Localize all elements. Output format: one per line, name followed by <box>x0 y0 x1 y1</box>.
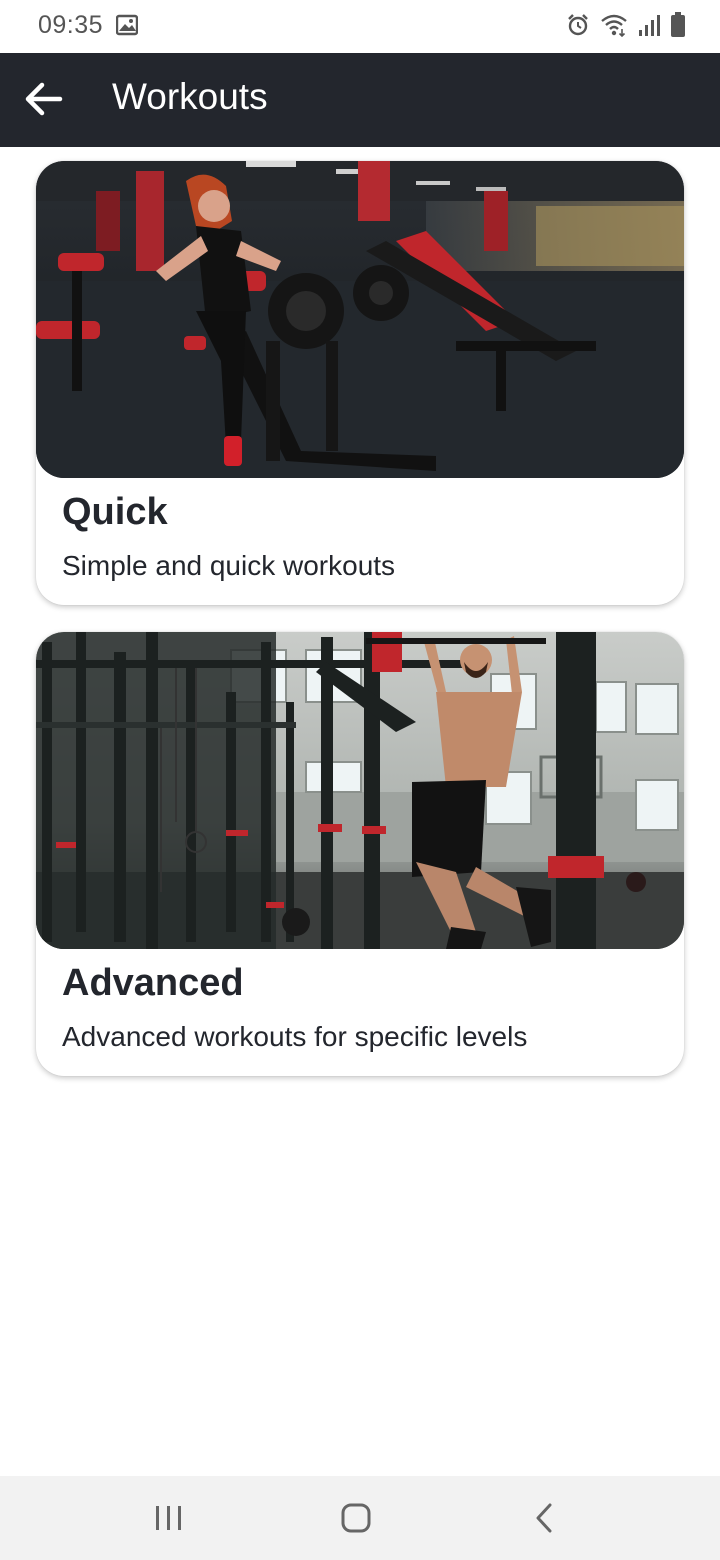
signal-icon <box>638 13 660 42</box>
card-title: Advanced <box>62 962 244 1004</box>
recents-button[interactable] <box>147 1498 191 1538</box>
arrow-left-icon <box>25 82 63 116</box>
home-icon <box>341 1503 371 1533</box>
page-title: Workouts <box>112 76 268 117</box>
workout-card-quick[interactable]: Quick Simple and quick workouts <box>36 161 684 605</box>
back-button[interactable] <box>18 73 70 125</box>
status-time: 09:35 <box>38 11 104 39</box>
status-bar: 09:35 <box>0 0 720 53</box>
back-chevron-icon <box>536 1503 552 1533</box>
home-button[interactable] <box>334 1498 378 1538</box>
battery-icon <box>670 12 686 43</box>
card-image-advanced <box>36 632 684 949</box>
workout-card-advanced[interactable]: Advanced Advanced workouts for specific … <box>36 632 684 1076</box>
app-bar: Workouts <box>0 53 720 147</box>
alarm-icon <box>566 13 590 42</box>
card-subtitle: Simple and quick workouts <box>62 550 396 581</box>
recents-icon <box>156 1506 181 1530</box>
card-subtitle: Advanced workouts for specific levels <box>62 1021 528 1052</box>
system-nav-bar <box>0 1476 720 1560</box>
system-back-button[interactable] <box>522 1498 566 1538</box>
wifi-icon <box>600 13 628 42</box>
card-title: Quick <box>62 491 168 533</box>
card-image-quick <box>36 161 684 478</box>
image-icon <box>115 14 139 41</box>
status-icons <box>566 12 686 43</box>
